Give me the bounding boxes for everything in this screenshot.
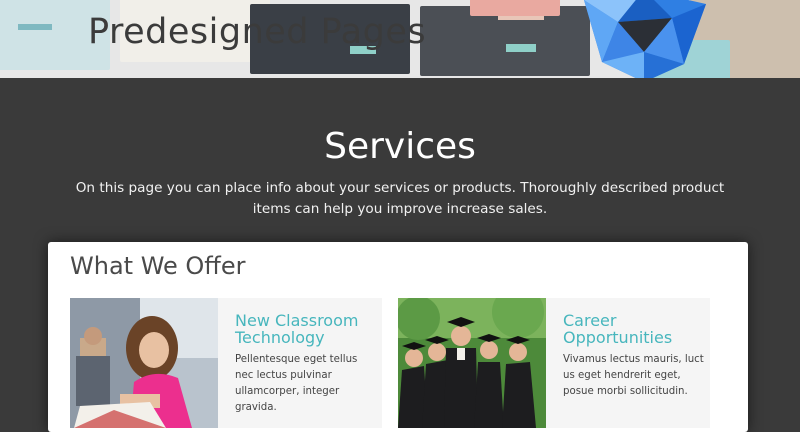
offer-item[interactable]: New Classroom Technology Pellentesque eg… <box>70 298 382 428</box>
graduates-photo <box>398 298 546 428</box>
preview-thumbnail <box>420 6 590 76</box>
page-title: Predesigned Pages <box>88 12 427 52</box>
offer-heading[interactable]: New Classroom Technology <box>235 312 377 346</box>
offer-card: What We Offer New Classroom Technology P… <box>48 242 748 432</box>
section-description: On this page you can place info about yo… <box>75 180 725 217</box>
offer-description: Vivamus lectus mauris, luct us eget hend… <box>563 354 704 397</box>
offer-heading[interactable]: Career Opportunities <box>563 312 705 346</box>
blue-gem-icon <box>584 0 706 78</box>
student-reading-photo <box>70 298 218 428</box>
card-title: What We Offer <box>70 252 246 280</box>
banner: Predesigned Pages <box>0 0 800 78</box>
section-title: Services <box>324 126 476 167</box>
preview-thumbnail <box>470 0 560 16</box>
offer-description: Pellentesque eget tellus nec lectus pulv… <box>235 354 358 413</box>
offer-item[interactable]: Career Opportunities Vivamus lectus maur… <box>398 298 710 428</box>
